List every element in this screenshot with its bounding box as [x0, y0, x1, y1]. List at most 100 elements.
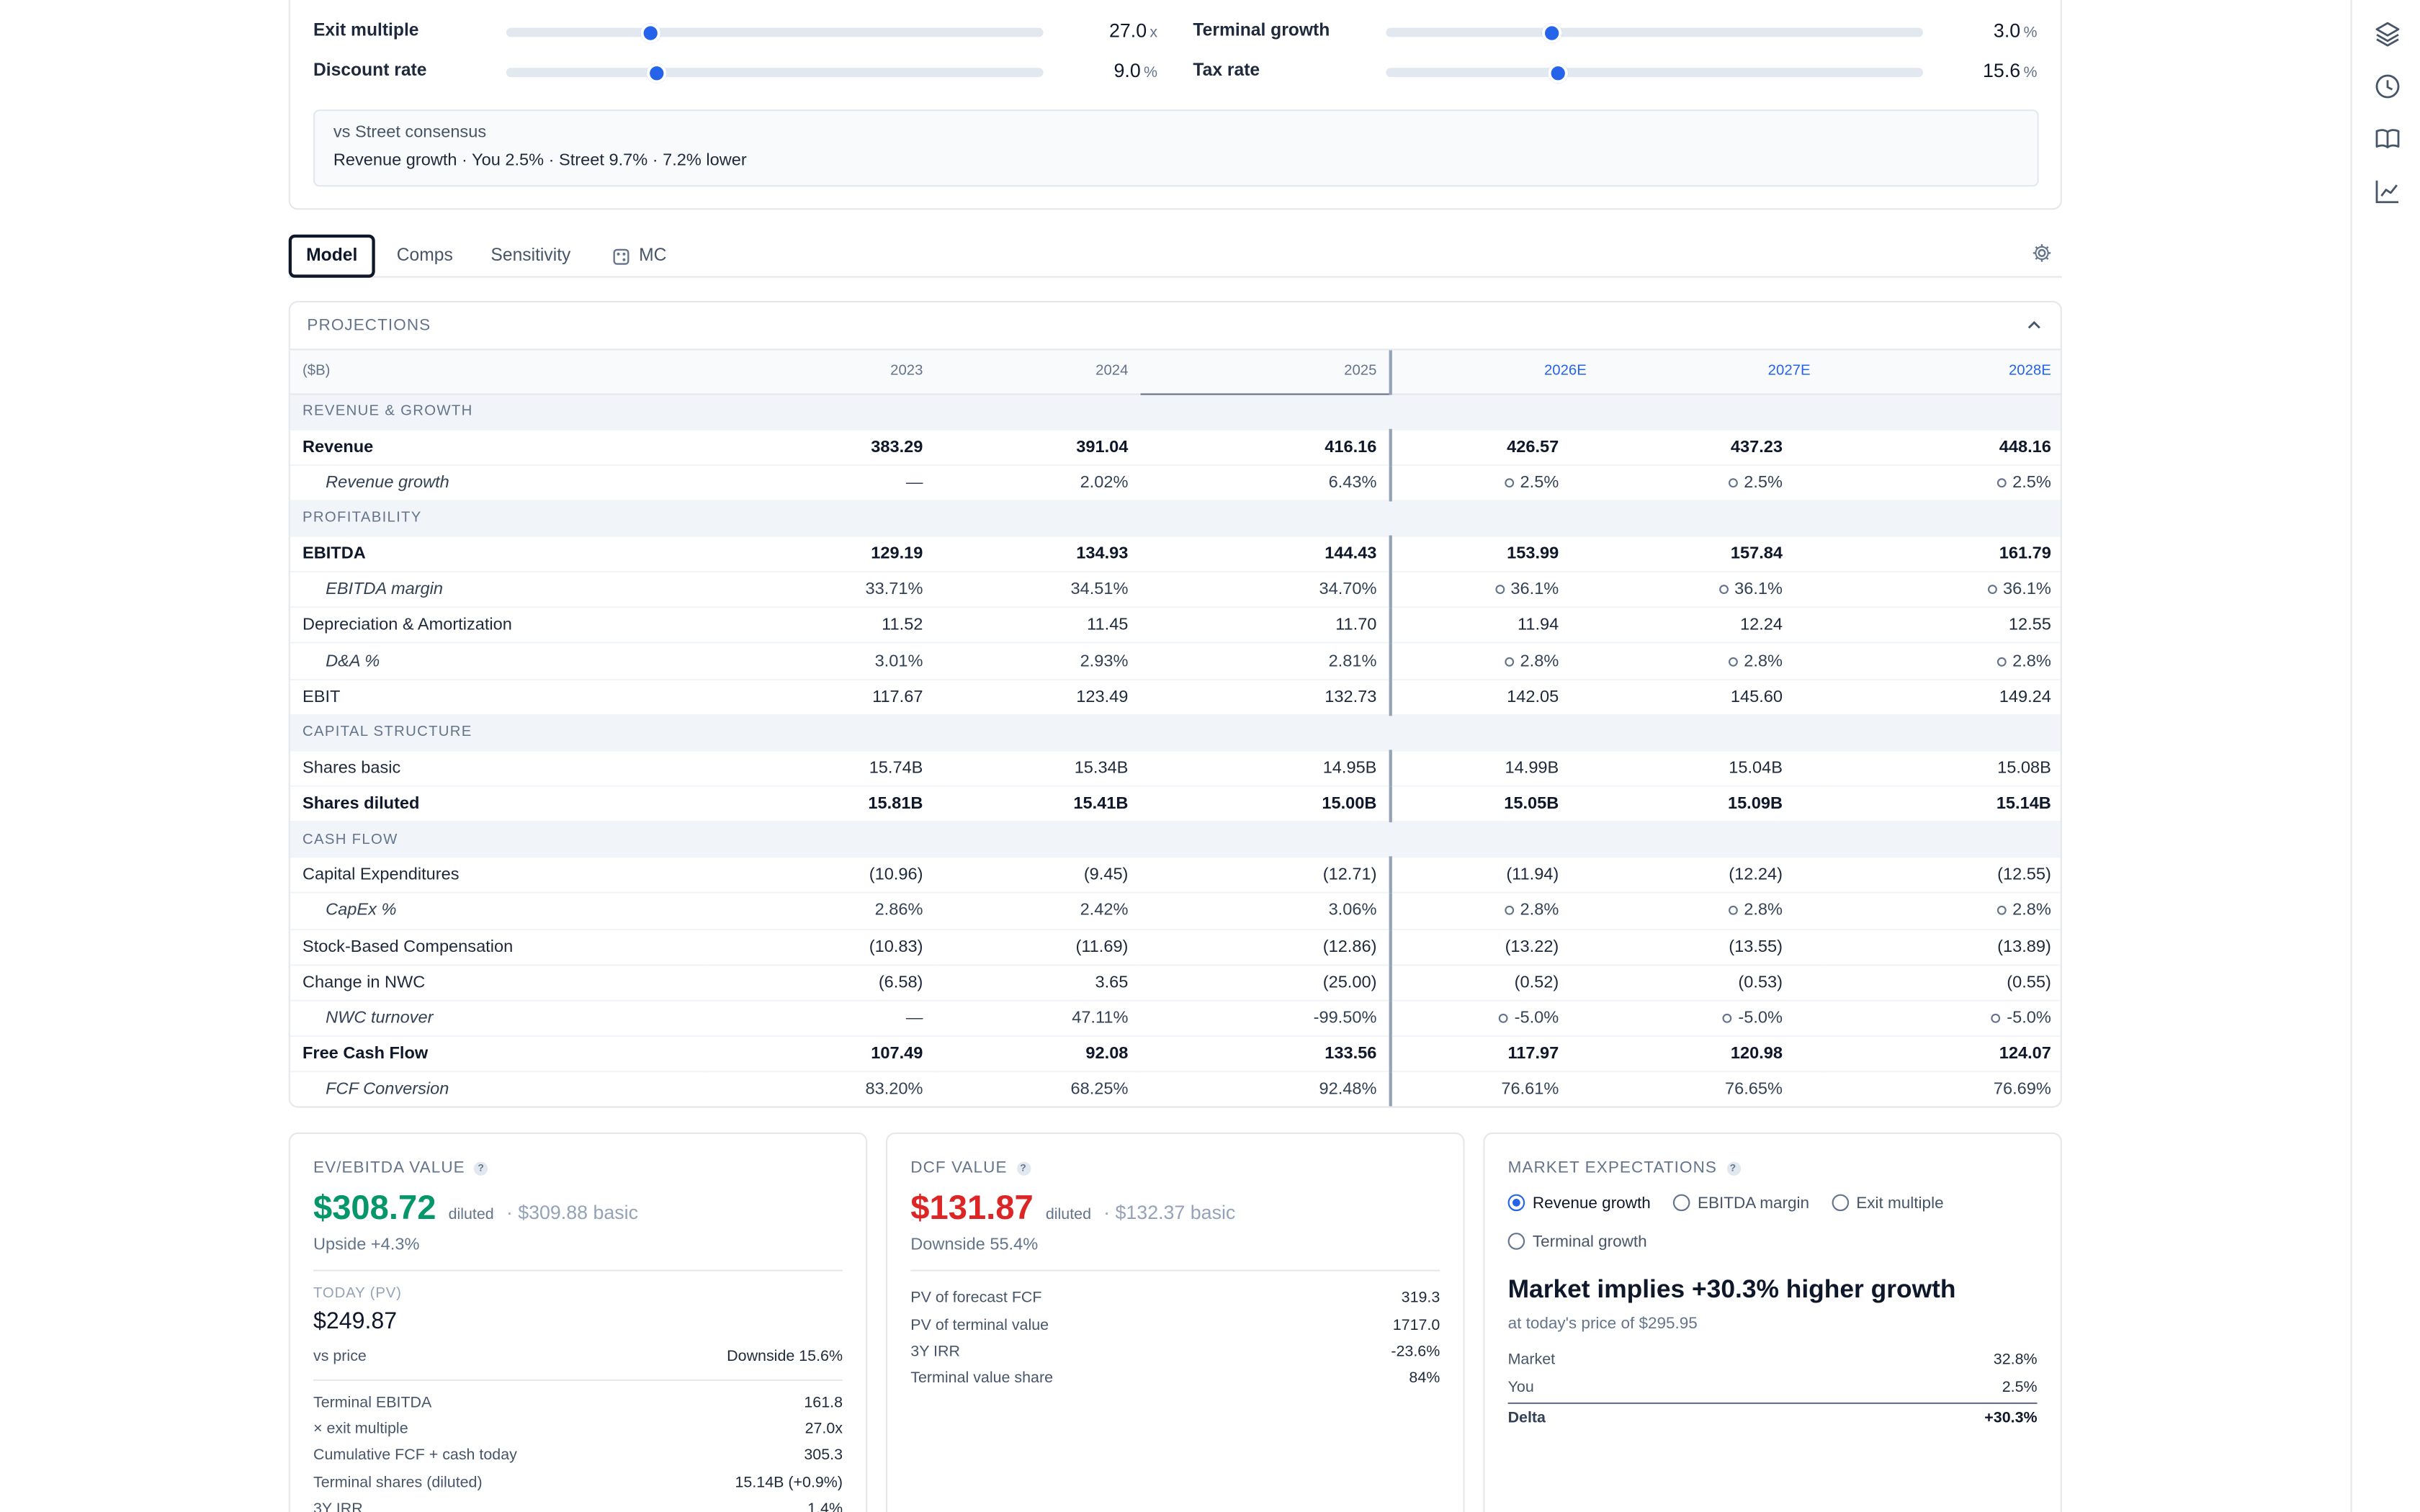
table-cell: 15.08B — [1822, 750, 2061, 787]
table-cell[interactable]: 2.8% — [1822, 893, 2061, 930]
table-cell: 142.05 — [1389, 679, 1599, 716]
radio-ebitda-margin[interactable]: EBITDA margin — [1672, 1194, 1809, 1212]
tax-rate-slider[interactable] — [1386, 62, 1923, 83]
table-cell[interactable]: 2.8% — [1389, 643, 1599, 680]
metric-row: Terminal EBITDA 161.8 — [313, 1394, 843, 1411]
section-label: CASH FLOW — [290, 822, 2061, 858]
table-row: EBITDA margin 33.71% 34.51% 34.70% 36.1% 36.1… — [290, 572, 2061, 608]
gear-icon[interactable] — [2031, 242, 2053, 264]
slider-label-terminal-growth: Terminal growth — [1193, 22, 1330, 40]
market-row: Market 32.8% — [1507, 1351, 2038, 1369]
table-cell[interactable]: 2.8% — [1389, 893, 1599, 930]
table-cell: 123.49 — [935, 679, 1141, 716]
table-cell: 117.67 — [704, 679, 936, 716]
tab-comps[interactable]: Comps — [397, 235, 453, 278]
exit-multiple-slider[interactable] — [506, 22, 1044, 42]
table-cell: 426.57 — [1389, 428, 1599, 466]
tab-mc[interactable]: MC — [613, 235, 666, 278]
dice-icon — [613, 248, 629, 264]
row-label: Change in NWC — [290, 964, 704, 1002]
section-label: CAPITAL STRUCTURE — [290, 714, 2061, 752]
radio-exit-multiple[interactable]: Exit multiple — [1832, 1194, 1944, 1212]
table-cell[interactable]: 36.1% — [1389, 572, 1599, 608]
dcf-price: $131.87 — [910, 1188, 1034, 1227]
table-cell: 133.56 — [1140, 1036, 1391, 1073]
row-label: D&A % — [290, 643, 704, 680]
table-cell: (6.58) — [704, 964, 936, 1002]
table-cell[interactable]: 2.5% — [1389, 464, 1599, 502]
table-cell: 2.93% — [935, 643, 1141, 680]
table-cell[interactable]: 2.8% — [1599, 893, 1823, 930]
table-cell: (12.24) — [1599, 857, 1823, 894]
table-cell[interactable]: 2.8% — [1599, 643, 1823, 680]
table-cell[interactable]: 2.5% — [1822, 464, 2061, 502]
table-cell: 15.00B — [1140, 786, 1391, 823]
table-cell: 416.16 — [1140, 428, 1391, 466]
metric-row: PV of forecast FCF 319.3 — [910, 1290, 1440, 1308]
tab-sensitivity[interactable]: Sensitivity — [490, 235, 570, 278]
table-row: EBITDA 129.19 134.93 144.43 153.99 157.84 161.… — [290, 536, 2061, 573]
slider-thumb[interactable] — [1547, 62, 1568, 83]
table-row: Shares basic 15.74B 15.34B 14.95B 14.99B 15.0… — [290, 750, 2061, 787]
ev-price: $308.72 — [313, 1188, 436, 1227]
table-row: Free Cash Flow 107.49 92.08 133.56 117.97 120… — [290, 1036, 2061, 1073]
help-icon[interactable]: ? — [474, 1161, 488, 1175]
chevron-up-icon[interactable] — [2027, 318, 2042, 333]
projections-header[interactable]: PROJECTIONS — [290, 302, 2061, 351]
table-cell: 34.70% — [1140, 572, 1391, 608]
street-consensus-detail: Revenue growth · You 2.5% · Street 9.7% … — [333, 151, 747, 170]
table-cell[interactable]: 36.1% — [1599, 572, 1823, 608]
slider-thumb[interactable] — [641, 22, 662, 42]
table-cell: 11.70 — [1140, 607, 1391, 644]
layers-icon[interactable] — [2374, 20, 2402, 48]
market-implies-subline: at today's price of $295.95 — [1507, 1314, 1698, 1333]
table-cell: 448.16 — [1822, 428, 2061, 466]
projections-panel: PROJECTIONS ($B) 2023 2024 2025 2026E 20… — [288, 300, 2062, 1108]
book-icon[interactable] — [2374, 125, 2402, 153]
column-header: ($B) — [290, 350, 704, 395]
slider-thumb[interactable] — [646, 62, 667, 83]
table-cell[interactable]: -5.0% — [1599, 1000, 1823, 1038]
table-cell: 15.05B — [1389, 786, 1599, 823]
table-cell[interactable]: 36.1% — [1822, 572, 2061, 608]
table-cell[interactable]: -5.0% — [1822, 1000, 2061, 1038]
table-cell[interactable]: 2.8% — [1822, 643, 2061, 680]
discount-rate-slider[interactable] — [506, 62, 1044, 83]
projections-table: ($B) 2023 2024 2025 2026E 2027E 2028E RE… — [290, 350, 2061, 1107]
column-header: 2024 — [935, 350, 1141, 395]
slider-label-tax-rate: Tax rate — [1193, 61, 1260, 81]
column-header: 2026E — [1389, 350, 1599, 395]
tab-model[interactable]: Model — [288, 234, 375, 278]
table-cell: (0.53) — [1599, 964, 1823, 1002]
table-cell: (13.22) — [1389, 929, 1599, 966]
slider-thumb[interactable] — [1542, 22, 1563, 42]
table-cell[interactable]: -5.0% — [1389, 1000, 1599, 1038]
chart-line-icon[interactable] — [2374, 177, 2402, 205]
row-label: Depreciation & Amortization — [290, 607, 704, 644]
you-row: You 2.5% — [1507, 1378, 2038, 1396]
radio-terminal-growth[interactable]: Terminal growth — [1507, 1232, 1647, 1251]
table-cell: 149.24 — [1822, 679, 2061, 716]
help-icon[interactable]: ? — [1016, 1161, 1031, 1175]
table-cell[interactable]: 2.5% — [1599, 464, 1823, 502]
driver-dot-icon — [1987, 585, 1997, 595]
street-consensus-box: vs Street consensus Revenue growth · You… — [313, 109, 2039, 187]
column-header: 2027E — [1599, 350, 1823, 395]
driver-dot-icon — [1494, 585, 1505, 595]
row-label: EBITDA — [290, 536, 704, 573]
clock-icon[interactable] — [2374, 73, 2402, 101]
right-rail — [2350, 0, 2420, 1512]
driver-dot-icon — [1996, 656, 2007, 666]
row-label: Shares diluted — [290, 786, 704, 823]
table-row: CapEx % 2.86% 2.42% 3.06% 2.8% 2.8% 2.8% — [290, 893, 2061, 930]
table-cell: 2.02% — [935, 464, 1141, 502]
dcf-value: $131.87 diluted · $132.37 basic — [910, 1188, 1440, 1228]
section-row: REVENUE & GROWTH — [290, 393, 2061, 430]
table-cell: 2.81% — [1140, 643, 1391, 680]
column-header: 2023 — [704, 350, 936, 395]
table-cell: 145.60 — [1599, 679, 1823, 716]
radio-revenue-growth[interactable]: Revenue growth — [1507, 1194, 1651, 1212]
table-header-row: ($B) 2023 2024 2025 2026E 2027E 2028E — [290, 350, 2061, 395]
terminal-growth-slider[interactable] — [1386, 22, 1923, 42]
help-icon[interactable]: ? — [1726, 1161, 1741, 1175]
